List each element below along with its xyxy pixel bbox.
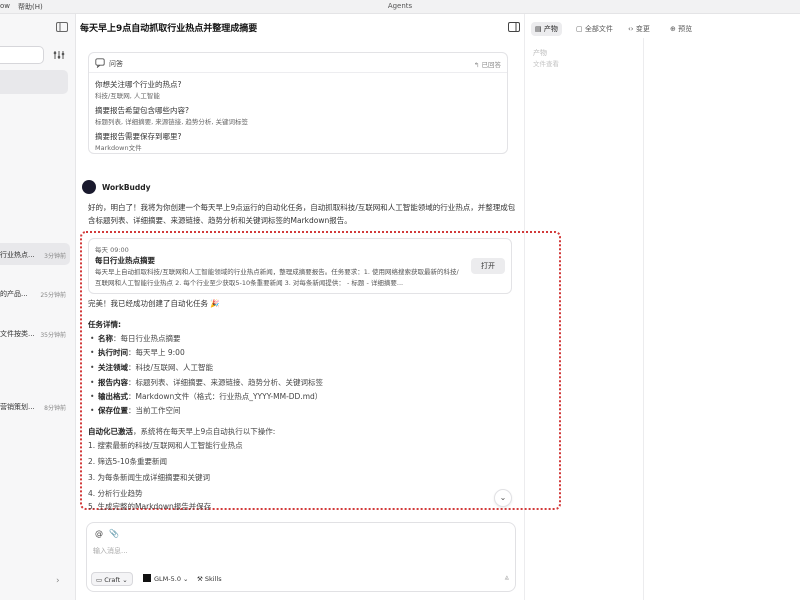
message-composer: @ 📎 ▭ Craft ⌄ GLM-5.0 ⌄ ⚒ Skills ⩓ xyxy=(86,522,516,592)
task-schedule: 每天 09:00 xyxy=(95,246,129,254)
qa-card: 问答 ↰ 已回答 你想关注哪个行业的热点? 科技/互联网, 人工智能 摘要报告希… xyxy=(88,52,508,154)
craft-mode-button[interactable]: ▭ Craft ⌄ xyxy=(91,572,133,586)
send-icon[interactable]: ⩓ xyxy=(504,573,509,583)
artifacts-sub: 文件查看 xyxy=(533,60,559,68)
detail-item: • 报告内容：标题列表、详细摘要、来源链接、趋势分析、关键词标签 xyxy=(90,378,323,387)
sidebar-session-item[interactable]: 营销策划... 8分钟前 xyxy=(0,395,70,417)
message-input[interactable] xyxy=(93,545,393,557)
bot-avatar xyxy=(82,180,96,194)
model-select[interactable]: GLM-5.0 ⌄ xyxy=(139,572,192,586)
chevron-right-icon[interactable]: › xyxy=(56,576,60,586)
qa-answered-status: ↰ 已回答 xyxy=(473,61,501,69)
filter-icon[interactable] xyxy=(52,49,66,61)
sidebar-search-input[interactable] xyxy=(0,46,44,64)
model-logo-icon xyxy=(143,574,151,582)
artifacts-label: 产物 xyxy=(533,49,547,57)
code-icon: ‹› xyxy=(628,25,636,33)
task-name: 每日行业热点摘要 xyxy=(95,256,155,265)
step-item: 4. 分析行业趋势 xyxy=(88,489,143,498)
session-time: 35分钟前 xyxy=(40,332,66,339)
bot-name: WorkBuddy xyxy=(102,183,151,192)
title-bar: ow 帮助(H) Agents xyxy=(0,0,800,14)
sidebar: 行业热点... 3分钟前 的产品... 25分钟前 文件按类... 35分钟前 … xyxy=(0,14,76,600)
session-time: 8分钟前 xyxy=(44,405,66,412)
chevron-down-icon: ⌄ xyxy=(499,493,507,502)
session-time: 3分钟前 xyxy=(44,253,66,260)
qa-question: 摘要报告希望包含哪些内容? xyxy=(95,106,189,115)
step-item: 5. 生成完整的Markdown报告并保存 xyxy=(88,502,212,511)
bot-intro-text: 好的，明白了！我将为你创建一个每天早上9点运行的自动化任务，自动抓取科技/互联网… xyxy=(88,203,516,225)
qa-question: 摘要报告需要保存到哪里? xyxy=(95,132,182,141)
done-message: 完美！我已经成功创建了自动化任务 🎉 xyxy=(88,299,220,308)
qa-answer: 标题列表, 详细摘要, 来源链接, 趋势分析, 关键词标签 xyxy=(95,118,249,126)
step-item: 2. 筛选5-10条重要新闻 xyxy=(88,457,168,466)
qa-question: 你想关注哪个行业的热点? xyxy=(95,80,182,89)
divider xyxy=(643,38,644,600)
detail-item: • 执行时间：每天早上 9:00 xyxy=(90,348,185,357)
session-title: 行业热点... xyxy=(0,251,35,259)
scroll-down-button[interactable]: ⌄ xyxy=(494,489,512,507)
task-card[interactable]: 每天 09:00 每日行业热点摘要 每天早上自动抓取科技/互联网和人工智能领域的… xyxy=(88,238,512,294)
folder-icon: ▭ xyxy=(96,576,105,584)
detail-item: • 输出格式：Markdown文件（格式：行业热点_YYYY-MM-DD.md） xyxy=(90,392,323,401)
qa-header: 问答 ↰ 已回答 xyxy=(89,53,507,73)
automation-status: 自动化已激活，系统将在每天早上9点自动执行以下操作: xyxy=(88,427,276,436)
details-title: 任务详情: xyxy=(88,320,121,329)
open-task-button[interactable]: 打开 xyxy=(471,258,505,274)
mention-icon[interactable]: @ xyxy=(95,529,103,538)
page-title: 每天早上9点自动抓取行业热点并整理成摘要 xyxy=(80,24,258,34)
sidebar-session-item[interactable]: 文件按类... 35分钟前 xyxy=(0,322,70,344)
session-title: 营销策划... xyxy=(0,403,35,411)
sidebar-session-item[interactable]: 行业热点... 3分钟前 xyxy=(0,243,70,265)
qa-answer: 科技/互联网, 人工智能 xyxy=(95,92,160,100)
qa-label: 问答 xyxy=(109,60,123,68)
detail-item: • 名称：每日行业热点摘要 xyxy=(90,334,181,343)
tab-preview[interactable]: ⊕ 预览 xyxy=(670,22,692,36)
session-title: 的产品... xyxy=(0,290,28,298)
session-title: 文件按类... xyxy=(0,330,35,338)
sidebar-session-item[interactable]: 的产品... 25分钟前 xyxy=(0,282,70,304)
task-description: 每天早上自动抓取科技/互联网和人工智能领域的行业热点新闻，整理成摘要报告。任务要… xyxy=(95,268,459,287)
step-item: 3. 为每条新闻生成详细摘要和关键词 xyxy=(88,473,211,482)
file-icon: ▢ xyxy=(576,25,585,33)
session-time: 25分钟前 xyxy=(40,292,66,299)
panel-toggle-icon[interactable] xyxy=(508,22,520,32)
step-item: 1. 搜索最新的科技/互联网和人工智能行业热点 xyxy=(88,441,243,450)
sidebar-item-new[interactable] xyxy=(0,70,68,94)
app-title: Agents xyxy=(387,2,413,10)
tab-all-files[interactable]: ▢ 全部文件 xyxy=(576,22,613,36)
skills-icon: ⚒ xyxy=(197,575,205,583)
skills-button[interactable]: ⚒ Skills xyxy=(193,572,226,586)
document-icon: ▤ xyxy=(535,25,544,33)
chat-bubble-icon xyxy=(95,58,105,68)
tab-changes[interactable]: ‹› 变更 xyxy=(628,22,650,36)
sidebar-toggle-icon[interactable] xyxy=(56,22,68,32)
tab-artifacts[interactable]: ▤ 产物 xyxy=(531,22,562,36)
detail-item: • 保存位置：当前工作空间 xyxy=(90,406,181,415)
detail-item: • 关注领域：科技/互联网、人工智能 xyxy=(90,363,214,372)
globe-icon: ⊕ xyxy=(670,25,679,33)
attachment-icon[interactable]: 📎 xyxy=(109,529,119,538)
qa-answer: Markdown文件 xyxy=(95,144,142,152)
